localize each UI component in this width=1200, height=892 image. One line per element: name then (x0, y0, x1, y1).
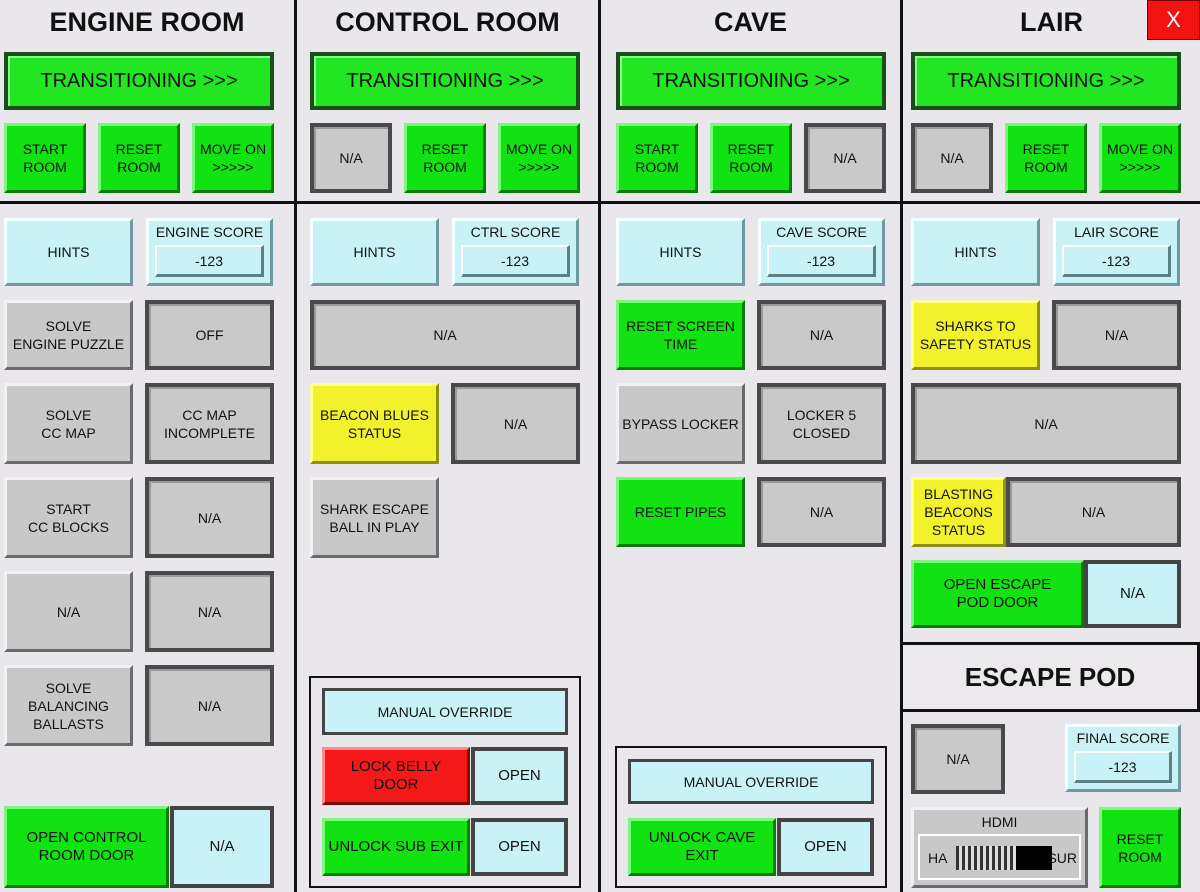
open-escape-pod-door-button[interactable]: OPEN ESCAPE POD DOOR (911, 560, 1084, 628)
cc-map-state: CC MAP INCOMPLETE (145, 383, 274, 464)
blasting-state: N/A (1006, 477, 1181, 547)
cave-na-button[interactable]: N/A (804, 123, 886, 193)
hdmi-left-label: HA (928, 850, 948, 866)
open-control-room-door-button[interactable]: OPEN CONTROL ROOM DOOR (4, 806, 169, 888)
lair-reset-room-button[interactable]: RESET ROOM (1005, 123, 1087, 193)
engine-score-panel: ENGINE SCORE -123 (146, 218, 273, 286)
divider-1 (294, 0, 297, 892)
ballasts-state: N/A (145, 665, 274, 746)
belly-door-state: OPEN (471, 747, 568, 805)
cave-title: CAVE (713, 7, 787, 37)
pipes-state: N/A (757, 477, 886, 547)
blasting-beacons-button[interactable]: BLASTING BEACONS STATUS (911, 477, 1006, 547)
control-na-button[interactable]: N/A (310, 123, 392, 193)
cave-exit-state: OPEN (777, 818, 874, 876)
control-reset-room-button[interactable]: RESET ROOM (404, 123, 486, 193)
control-score-panel: CTRL SCORE -123 (452, 218, 579, 286)
beacon-blues-state: N/A (451, 383, 580, 464)
control-hints-button[interactable]: HINTS (310, 218, 439, 286)
reset-screen-time-button[interactable]: RESET SCREEN TIME (616, 300, 745, 370)
engine-room-title: ENGINE ROOM (49, 7, 245, 37)
engine-score-label: ENGINE SCORE (155, 224, 264, 240)
pod-door-state: N/A (1084, 560, 1181, 628)
start-cc-blocks-button[interactable]: START CC BLOCKS (4, 477, 133, 558)
engine-na-button[interactable]: N/A (4, 571, 133, 652)
sharks-state: N/A (1052, 300, 1181, 370)
engine-start-room-button[interactable]: START ROOM (4, 123, 86, 193)
control-room-title: CONTROL ROOM (335, 7, 560, 37)
unlock-cave-exit-button[interactable]: UNLOCK CAVE EXIT (628, 818, 776, 876)
engine-status-button[interactable]: TRANSITIONING >>> (4, 52, 274, 110)
solve-cc-map-button[interactable]: SOLVE CC MAP (4, 383, 133, 464)
screen-time-state: N/A (757, 300, 886, 370)
cave-start-room-button[interactable]: START ROOM (616, 123, 698, 193)
cave-score-value: -123 (767, 245, 876, 277)
control-manual-override-label: MANUAL OVERRIDE (322, 688, 568, 735)
divider-2 (598, 0, 601, 892)
final-score-label: FINAL SCORE (1076, 730, 1170, 746)
close-button[interactable]: X (1147, 0, 1200, 40)
hdmi-right-label: SUR (1047, 850, 1077, 866)
engine-score-value: -123 (155, 245, 264, 277)
escape-pod-na-button[interactable]: N/A (911, 724, 1005, 794)
solve-engine-puzzle-button[interactable]: SOLVE ENGINE PUZZLE (4, 300, 133, 370)
final-score-value: -123 (1074, 751, 1172, 783)
reset-pipes-button[interactable]: RESET PIPES (616, 477, 745, 547)
divider-3 (900, 0, 903, 892)
unlock-sub-exit-button[interactable]: UNLOCK SUB EXIT (322, 818, 470, 876)
cave-score-label: CAVE SCORE (776, 224, 867, 240)
sub-exit-state: OPEN (471, 818, 568, 876)
cc-blocks-state: N/A (145, 477, 274, 558)
lair-na-button[interactable]: N/A (911, 123, 993, 193)
hdmi-switch-panel: HDMI HA SUR (911, 807, 1088, 888)
cave-score-panel: CAVE SCORE -123 (758, 218, 885, 286)
shark-escape-ball-button[interactable]: SHARK ESCAPE BALL IN PLAY (310, 477, 439, 558)
escape-pod-reset-room-button[interactable]: RESET ROOM (1099, 807, 1181, 888)
hdmi-label: HDMI (981, 814, 1018, 830)
engine-na-state: N/A (145, 571, 274, 652)
lock-belly-door-button[interactable]: LOCK BELLY DOOR (322, 747, 470, 805)
solve-ballasts-button[interactable]: SOLVE BALANCING BALLASTS (4, 665, 133, 746)
lair-score-panel: LAIR SCORE -123 (1053, 218, 1180, 286)
control-move-on-button[interactable]: MOVE ON >>>>> (498, 123, 580, 193)
beacon-blues-status-button[interactable]: BEACON BLUES STATUS (310, 383, 439, 464)
hdmi-toggle-track[interactable]: HA SUR (918, 834, 1081, 880)
engine-hints-button[interactable]: HINTS (4, 218, 133, 286)
locker-state: LOCKER 5 CLOSED (757, 383, 886, 464)
lair-status-button[interactable]: TRANSITIONING >>> (911, 52, 1181, 110)
final-score-panel: FINAL SCORE -123 (1065, 724, 1181, 792)
control-door-state: N/A (170, 806, 274, 888)
cave-reset-room-button[interactable]: RESET ROOM (710, 123, 792, 193)
control-status-button[interactable]: TRANSITIONING >>> (310, 52, 580, 110)
lair-wide-state: N/A (911, 383, 1181, 464)
lair-score-label: LAIR SCORE (1074, 224, 1159, 240)
header-divider (0, 201, 1200, 204)
engine-move-on-button[interactable]: MOVE ON >>>>> (192, 123, 274, 193)
engine-reset-room-button[interactable]: RESET ROOM (98, 123, 180, 193)
engine-puzzle-state: OFF (145, 300, 274, 370)
cave-status-button[interactable]: TRANSITIONING >>> (616, 52, 886, 110)
lair-hints-button[interactable]: HINTS (911, 218, 1040, 286)
lair-score-value: -123 (1062, 245, 1171, 277)
control-score-label: CTRL SCORE (470, 224, 561, 240)
cave-hints-button[interactable]: HINTS (616, 218, 745, 286)
escape-pod-title: ESCAPE POD (900, 642, 1200, 712)
cave-manual-override-label: MANUAL OVERRIDE (628, 759, 874, 804)
bypass-locker-button[interactable]: BYPASS LOCKER (616, 383, 745, 464)
lair-move-on-button[interactable]: MOVE ON >>>>> (1099, 123, 1181, 193)
control-wide-state: N/A (310, 300, 580, 370)
hdmi-slider-icon (956, 846, 1016, 870)
control-score-value: -123 (461, 245, 570, 277)
sharks-to-safety-button[interactable]: SHARKS TO SAFETY STATUS (911, 300, 1040, 370)
